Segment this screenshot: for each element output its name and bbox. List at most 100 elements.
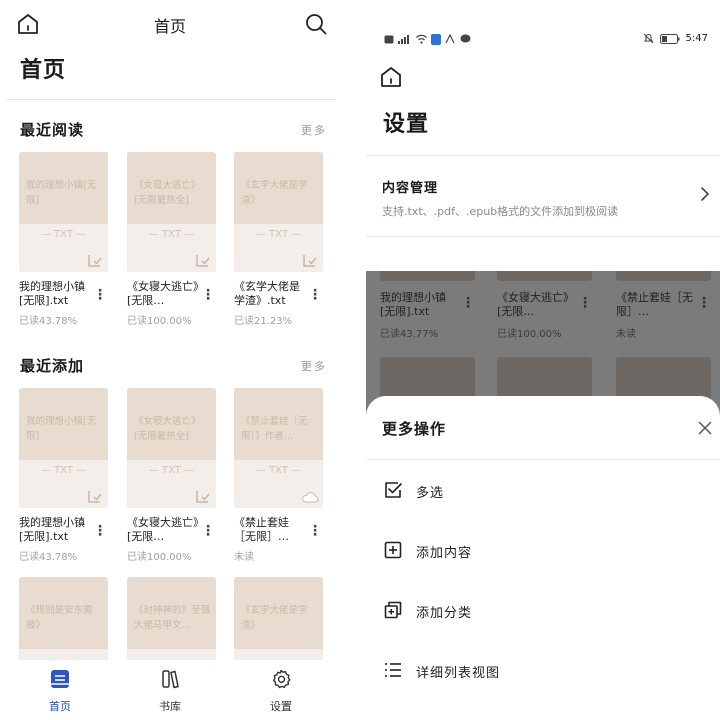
bottom-nav: 首页 书库 设置 xyxy=(0,660,340,720)
book-card[interactable]: 《禁止套娃［无限］》作者… — TXT — 《禁止套娃［无限］… ⋮ 未读 xyxy=(234,388,323,563)
book-title: 《禁止套娃［无限］… xyxy=(616,291,693,318)
cover-format: — TXT — xyxy=(255,229,302,240)
book-title: 《女寝大逃亡》[无限… xyxy=(127,516,199,543)
downloaded-icon xyxy=(303,255,317,267)
divider xyxy=(6,99,336,100)
top-bar: 首页 xyxy=(0,0,340,48)
gear-icon xyxy=(272,669,291,689)
book-title: 《女寝大逃亡》[无限… xyxy=(497,291,574,318)
divider xyxy=(366,155,720,156)
status-bar-left xyxy=(384,32,471,46)
sheet-title: 更多操作 xyxy=(382,420,447,438)
nav-library[interactable]: 书库 xyxy=(130,668,210,714)
downloaded-icon xyxy=(88,491,102,503)
menu-item-label: 添加内容 xyxy=(416,546,473,561)
cover-text: 我的理想小镇[无限] xyxy=(26,416,97,442)
content-management-desc: 支持.txt、.pdf、.epub格式的文件添加到极阅读 xyxy=(382,205,619,218)
close-icon[interactable] xyxy=(698,421,712,435)
cover-format: — TXT — xyxy=(255,465,302,476)
add-category-item[interactable]: 添加分类 xyxy=(366,590,720,630)
recent-read-more-link[interactable]: 更多 xyxy=(301,122,327,138)
library-icon xyxy=(162,670,179,689)
more-options-icon[interactable]: ⋮ xyxy=(201,288,215,302)
vpn-icon xyxy=(431,33,441,45)
wifi-icon xyxy=(416,34,427,44)
search-icon[interactable] xyxy=(304,12,328,36)
cover-text: 《女寝大逃亡》[无限暑热全] xyxy=(134,416,201,442)
add-content-item[interactable]: 添加内容 xyxy=(366,530,720,570)
cloud-icon xyxy=(302,492,319,503)
read-progress: 已读100.00% xyxy=(127,316,192,327)
read-progress: 已读100.00% xyxy=(497,329,562,340)
recent-read-title: 最近阅读 xyxy=(20,121,85,139)
more-options-icon: ⋮ xyxy=(578,295,592,311)
divider xyxy=(366,459,720,460)
app-notification-icon xyxy=(445,34,455,44)
book-card: 《女寝大逃亡》[无限… ⋮ 已读100.00% xyxy=(497,271,592,340)
more-options-icon[interactable]: ⋮ xyxy=(93,524,107,538)
more-options-icon: ⋮ xyxy=(697,295,711,311)
book-cover[interactable]: 《女寝大逃亡》[无限暑热全] — TXT — xyxy=(127,152,216,272)
cover-format: — TXT — xyxy=(148,229,195,240)
book-cover[interactable]: 《女寝大逃亡》[无限暑热全] — TXT — xyxy=(127,388,216,508)
nav-home[interactable]: 首页 xyxy=(20,668,100,714)
cover-text: 《规则是安东需被》 xyxy=(26,605,93,631)
checkbox-icon xyxy=(385,482,402,498)
cover-text: 《玄学大佬是学渣》 xyxy=(241,605,308,631)
cover-text: 《禁止套娃［无限］》作者… xyxy=(241,416,308,442)
more-options-icon: ⋮ xyxy=(461,295,475,311)
nav-label: 设置 xyxy=(270,700,292,713)
more-options-icon[interactable]: ⋮ xyxy=(201,524,215,538)
mute-icon xyxy=(643,33,653,44)
status-bar-right: 5:47 xyxy=(643,33,708,44)
read-progress: 已读43.77% xyxy=(380,329,439,340)
read-progress: 已读100.00% xyxy=(127,552,192,563)
nav-settings[interactable]: 设置 xyxy=(241,668,321,714)
home-icon[interactable] xyxy=(379,65,403,89)
detail-list-view-item[interactable]: 详细列表视图 xyxy=(366,650,720,690)
cover-text: 《玄学大佬是学渣》 xyxy=(241,180,308,206)
header-title: 首页 xyxy=(153,17,186,36)
status-time: 5:47 xyxy=(685,33,708,44)
read-progress: 未读 xyxy=(616,329,636,340)
more-options-icon[interactable]: ⋮ xyxy=(93,288,107,302)
downloaded-icon xyxy=(88,255,102,267)
recent-add-title: 最近添加 xyxy=(20,357,85,375)
book-cover[interactable]: 《禁止套娃［无限］》作者… — TXT — xyxy=(234,388,323,508)
home-screen: 首页 首页 最近阅读 更多 我的理想小镇[无限] — TXT — 我的理想小镇[… xyxy=(0,0,340,720)
chevron-right-icon xyxy=(701,187,709,201)
list-view-icon xyxy=(385,663,401,677)
book-card[interactable]: 《女寝大逃亡》[无限暑热全] — TXT — 《女寝大逃亡》[无限… ⋮ 已读1… xyxy=(127,152,216,327)
cover-text: 《女寝大逃亡》[无限暑热全] xyxy=(134,180,201,206)
read-progress: 已读21.23% xyxy=(234,316,293,327)
book-title: 我的理想小镇[无限].txt xyxy=(19,280,85,307)
book-card[interactable]: 《女寝大逃亡》[无限暑热全] — TXT — 《女寝大逃亡》[无限… ⋮ 已读1… xyxy=(127,388,216,563)
message-icon xyxy=(460,34,471,43)
hd-icon xyxy=(384,35,394,43)
multi-select-item[interactable]: 多选 xyxy=(366,470,720,510)
more-actions-sheet: 更多操作 多选 添加内容 添加分类 详细列表视图 xyxy=(366,396,720,720)
book-card[interactable]: 《玄学大佬是学渣》 — TXT — 《玄学大佬是学渣》.txt ⋮ 已读21.2… xyxy=(234,152,323,327)
book-cover[interactable]: 我的理想小镇[无限] — TXT — xyxy=(19,388,108,508)
book-card[interactable]: 我的理想小镇[无限] — TXT — 我的理想小镇[无限].txt ⋮ 已读43… xyxy=(19,388,108,563)
cover-text: 我的理想小镇[无限] xyxy=(26,180,97,206)
more-options-icon[interactable]: ⋮ xyxy=(308,288,322,302)
book-cover[interactable]: 我的理想小镇[无限] — TXT — xyxy=(19,152,108,272)
settings-screen: 5:47 设置 内容管理 支持.txt、.pdf、.epub格式的文件添加到极阅… xyxy=(366,0,720,720)
cover-text: 《封神神的》至强大佬马甲文… xyxy=(134,605,211,631)
downloaded-icon xyxy=(196,255,210,267)
book-title: 《玄学大佬是学渣》.txt xyxy=(234,280,300,307)
recent-add-more-link[interactable]: 更多 xyxy=(301,358,327,374)
book-card[interactable]: 我的理想小镇[无限] — TXT — 我的理想小镇[无限].txt ⋮ 已读43… xyxy=(19,152,108,327)
menu-item-label: 多选 xyxy=(416,486,445,501)
more-options-icon[interactable]: ⋮ xyxy=(308,524,322,538)
book-cover[interactable]: 《玄学大佬是学渣》 — TXT — xyxy=(234,152,323,272)
divider xyxy=(366,236,720,237)
nav-label: 首页 xyxy=(49,700,71,713)
cover-format: — TXT — xyxy=(40,465,87,476)
menu-item-label: 添加分类 xyxy=(416,606,473,621)
home-book-icon xyxy=(51,670,69,688)
book-title: 我的理想小镇[无限].txt xyxy=(19,516,85,543)
book-card: 《禁止套娃［无限］… ⋮ 未读 xyxy=(616,271,711,340)
book-title: 《女寝大逃亡》[无限… xyxy=(127,280,199,307)
